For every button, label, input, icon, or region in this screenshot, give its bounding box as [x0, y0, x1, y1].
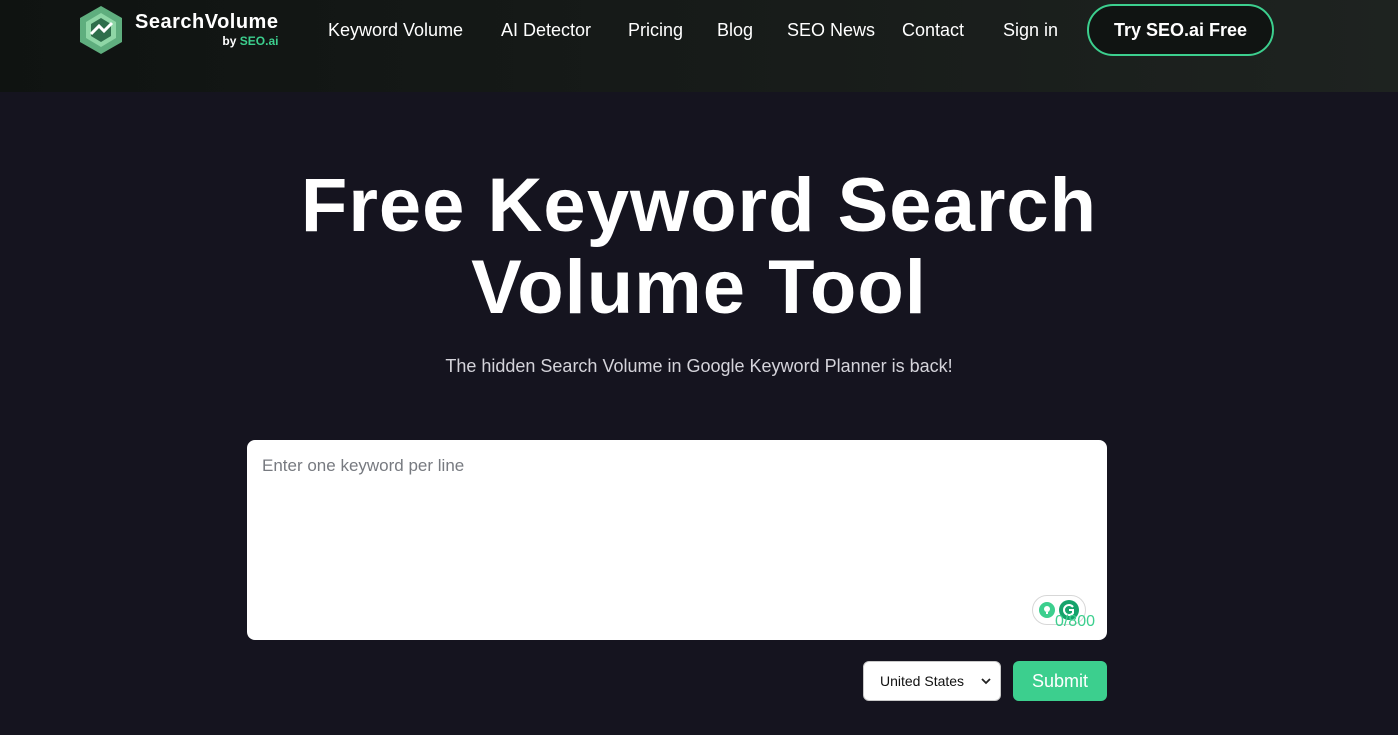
top-navigation-bar: SearchVolume by SEO.ai Keyword Volume AI… — [0, 0, 1398, 92]
nav-keyword-volume[interactable]: Keyword Volume — [328, 16, 463, 44]
nav-ai-detector[interactable]: AI Detector — [501, 16, 591, 44]
searchvolume-logo[interactable]: SearchVolume by SEO.ai — [77, 4, 278, 56]
country-select-value: United States — [880, 673, 965, 689]
keywords-textarea[interactable] — [247, 440, 1107, 640]
keyword-character-counter: 0/800 — [1054, 613, 1095, 630]
keyword-input-box: 0/800 — [247, 440, 1107, 640]
page-subtitle: The hidden Search Volume in Google Keywo… — [445, 356, 953, 376]
logo-title: SearchVolume — [135, 11, 279, 33]
page-title: Free Keyword Search Volume Tool — [199, 165, 1199, 329]
nav-blog[interactable]: Blog — [717, 16, 753, 44]
logo-by-text: by — [222, 34, 237, 48]
logo-subtitle: by SEO.ai — [135, 33, 278, 49]
country-select[interactable]: United States — [863, 661, 1001, 701]
logo-brand-text: SEO.ai — [239, 34, 279, 48]
submit-button[interactable]: Submit — [1013, 661, 1107, 701]
nav-sign-in[interactable]: Sign in — [1003, 16, 1058, 44]
lightbulb-icon[interactable] — [1039, 602, 1055, 618]
chevron-down-icon — [981, 678, 991, 685]
nav-contact[interactable]: Contact — [902, 16, 964, 44]
logo-hexagon-icon — [80, 6, 122, 54]
page-title-line-2: Volume Tool — [471, 245, 927, 330]
nav-seo-news[interactable]: SEO News — [787, 16, 875, 44]
page-title-line-1: Free Keyword Search — [300, 163, 1098, 248]
nav-pricing[interactable]: Pricing — [628, 16, 683, 44]
try-seo-ai-free-button[interactable]: Try SEO.ai Free — [1087, 4, 1274, 56]
